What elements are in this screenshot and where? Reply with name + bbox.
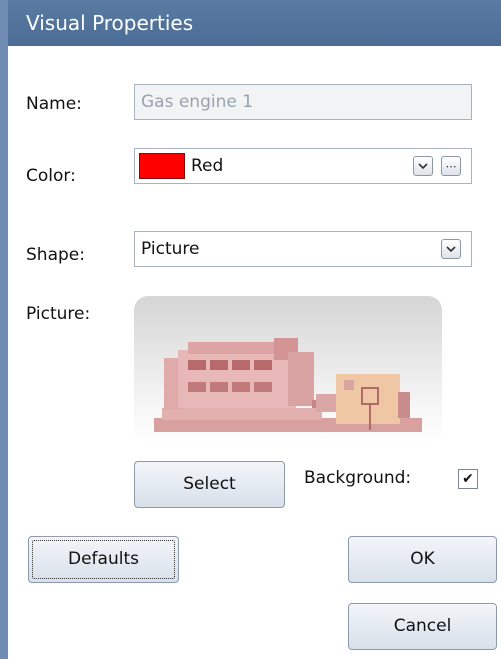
name-field[interactable]: Gas engine 1 [134, 84, 472, 120]
chevron-down-icon [446, 244, 456, 255]
color-value: Red [191, 156, 224, 176]
more-icon: ⋯ [445, 159, 457, 173]
cancel-button-label: Cancel [393, 616, 452, 636]
color-more-button[interactable]: ⋯ [441, 156, 461, 176]
visual-properties-dialog: Visual Properties Name: Gas engine 1 Col… [0, 0, 501, 659]
window-border [0, 0, 8, 659]
ok-button[interactable]: OK [348, 536, 497, 583]
focus-outline [32, 540, 175, 579]
check-icon: ✔ [462, 471, 474, 487]
select-button[interactable]: Select [134, 461, 285, 508]
shape-value: Picture [141, 239, 200, 259]
color-dropdown-button[interactable] [413, 156, 433, 176]
picture-label: Picture: [26, 304, 91, 324]
shape-label: Shape: [26, 245, 85, 265]
color-dropdown[interactable]: Red ⋯ [134, 148, 472, 184]
shape-dropdown-button[interactable] [441, 239, 461, 259]
defaults-button[interactable]: Defaults [28, 536, 179, 583]
chevron-down-icon [418, 161, 428, 172]
name-label: Name: [26, 94, 82, 114]
background-label: Background: [304, 468, 412, 488]
title-bar[interactable]: Visual Properties [8, 0, 501, 46]
color-swatch [139, 153, 185, 179]
name-value: Gas engine 1 [141, 92, 254, 112]
cancel-button[interactable]: Cancel [348, 603, 497, 650]
picture-preview [134, 296, 442, 444]
shape-dropdown[interactable]: Picture [134, 231, 472, 267]
select-button-label: Select [183, 474, 236, 494]
background-checkbox[interactable]: ✔ [458, 469, 478, 489]
dialog-title: Visual Properties [26, 11, 194, 35]
color-label: Color: [26, 166, 76, 186]
ok-button-label: OK [410, 549, 435, 569]
gas-engine-image [154, 338, 422, 432]
